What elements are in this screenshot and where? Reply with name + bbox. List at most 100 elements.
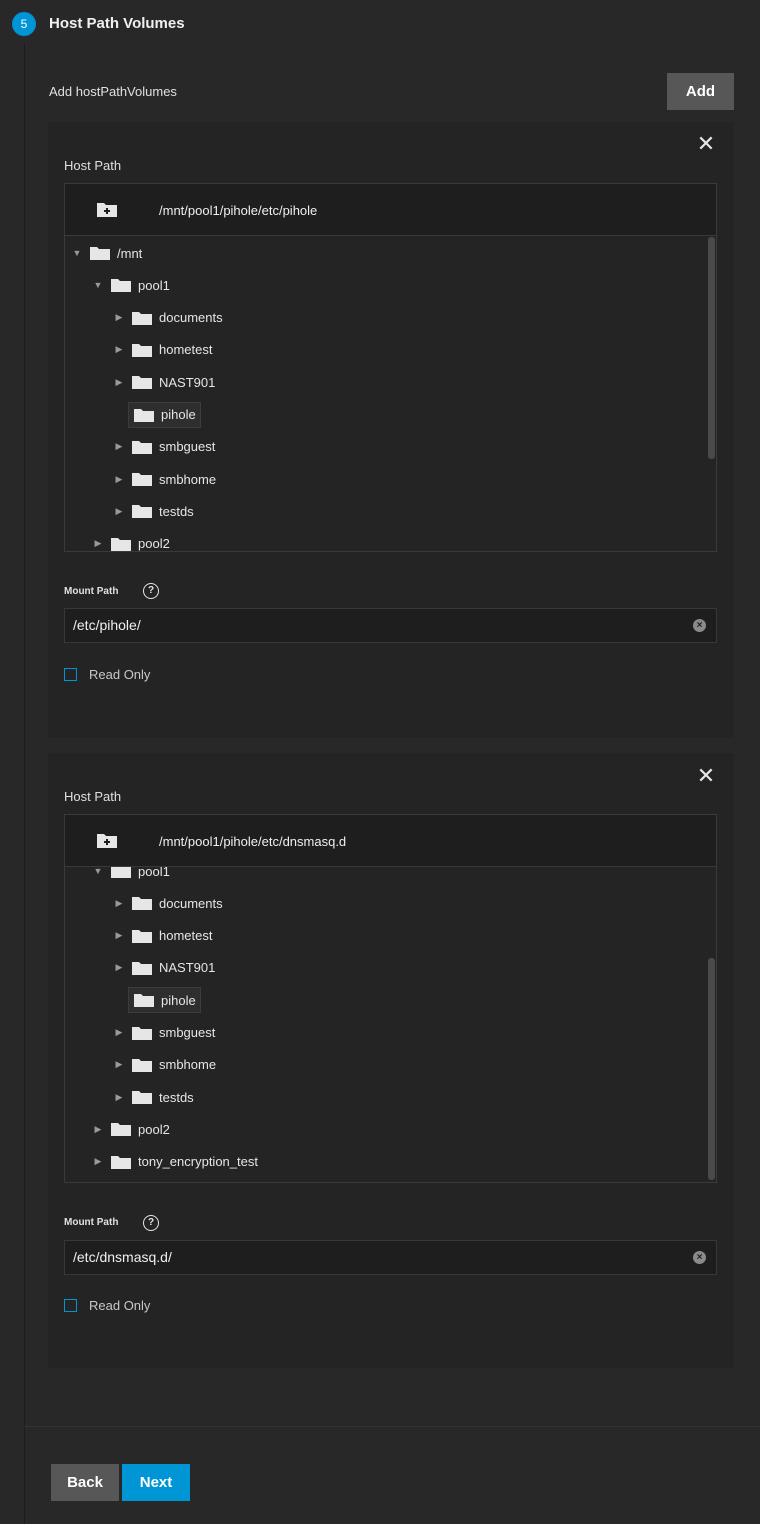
folder-icon (132, 897, 152, 911)
caret-down-icon[interactable]: ▼ (92, 867, 104, 876)
tree-scrollbar[interactable] (708, 958, 715, 1180)
folder-tree-node-label: testds (159, 1089, 194, 1105)
folder-icon (132, 929, 152, 943)
stepper-rail (24, 44, 25, 1524)
caret-down-icon[interactable]: ▼ (92, 280, 104, 290)
folder-tree-node[interactable]: ▶ smbguest (113, 435, 216, 459)
folder-tree-node[interactable]: ▶ documents (113, 306, 223, 330)
folder-tree-node-label: hometest (159, 928, 213, 944)
folder-tree-node[interactable]: ▼ pool1 (92, 273, 170, 297)
folder-tree-node-label: smbguest (159, 439, 216, 455)
explorer-header: /mnt/pool1/pihole/etc/pihole (65, 184, 716, 236)
folder-icon (132, 961, 152, 975)
folder-icon (132, 1091, 152, 1105)
folder-tree-node[interactable]: ▶ NAST901 (113, 370, 216, 394)
host-path-volumes-list-label: Add hostPathVolumes (49, 84, 177, 99)
folder-icon (132, 1058, 152, 1072)
folder-tree-node[interactable]: ▶ pool2 (92, 1117, 170, 1141)
folder-tree-node-label: NAST901 (159, 374, 216, 390)
folder-tree-node[interactable]: ▶ hometest (113, 924, 213, 948)
volume-card: ✕ Host Path /mnt/pool1/pihole/etc/pihole… (48, 122, 734, 738)
selected-path-text: /mnt/pool1/pihole/etc/pihole (159, 203, 318, 218)
folder-tree-node-label: tony_encryption_test (138, 1154, 258, 1170)
folder-tree-node-label: testds (159, 503, 194, 519)
help-icon[interactable]: ? (143, 1215, 159, 1231)
folder-icon (132, 440, 152, 454)
caret-right-icon[interactable]: ▶ (92, 1124, 104, 1135)
mount-path-label: Mount Path (64, 586, 119, 597)
tree-scrollbar[interactable] (708, 237, 715, 459)
folder-tree-node[interactable]: ▶ pool2 (92, 532, 170, 551)
section-title: Host Path Volumes (49, 15, 185, 32)
caret-right-icon[interactable]: ▶ (113, 441, 125, 452)
folder-tree-node[interactable]: ▶ testds (113, 1085, 194, 1109)
folder-icon (134, 994, 154, 1008)
create-folder-icon[interactable] (96, 200, 118, 218)
clear-input-icon[interactable]: × (693, 619, 706, 632)
caret-right-icon[interactable]: ▶ (113, 962, 125, 973)
read-only-label: Read Only (89, 667, 151, 682)
folder-icon (134, 408, 154, 422)
folder-icon (132, 473, 152, 487)
folder-tree-node[interactable]: ▶ testds (113, 499, 194, 523)
folder-tree-node[interactable]: pihole (128, 987, 201, 1014)
folder-tree-node[interactable]: pihole (128, 401, 201, 428)
mount-path-label: Mount Path (64, 1217, 119, 1228)
folder-tree-node[interactable]: ▶ hometest (113, 338, 213, 362)
clear-input-icon[interactable]: × (693, 1251, 706, 1264)
create-folder-icon[interactable] (96, 831, 118, 849)
remove-volume-close-icon[interactable]: ✕ (696, 133, 716, 155)
folder-tree-node-label: pool2 (138, 536, 170, 551)
read-only-checkbox[interactable] (64, 668, 77, 681)
caret-right-icon[interactable]: ▶ (113, 930, 125, 941)
folder-icon (132, 343, 152, 357)
remove-volume-close-icon[interactable]: ✕ (696, 765, 716, 787)
folder-tree-node-label: pihole (161, 407, 196, 422)
folder-tree-node[interactable]: ▶ tony_encryption_test (92, 1150, 258, 1174)
folder-tree-node-label: documents (159, 310, 223, 326)
caret-right-icon[interactable]: ▶ (113, 1059, 125, 1070)
folder-tree-node-label: smbhome (159, 471, 217, 487)
read-only-checkbox[interactable] (64, 1299, 77, 1312)
mount-path-input[interactable]: /etc/pihole/ (64, 608, 717, 643)
host-path-label: Host Path (64, 789, 122, 804)
folder-tree-node[interactable]: ▼ /mnt (71, 241, 143, 265)
volume-card: ✕ Host Path /mnt/pool1/pihole/etc/dnsmas… (48, 753, 734, 1368)
folder-tree-node-label: hometest (159, 342, 213, 358)
folder-tree-node[interactable]: ▶ smbguest (113, 1021, 216, 1045)
folder-icon (111, 1155, 131, 1169)
add-volume-button[interactable]: Add (667, 73, 734, 110)
mount-path-input[interactable]: /etc/dnsmasq.d/ (64, 1240, 717, 1275)
folder-icon (111, 1123, 131, 1137)
folder-tree-node[interactable]: ▼ pool1 (92, 867, 170, 883)
folder-tree-node[interactable]: ▶ NAST901 (113, 956, 216, 980)
caret-down-icon[interactable]: ▼ (71, 248, 83, 258)
folder-tree-node-label: documents (159, 895, 223, 911)
folder-icon (132, 1026, 152, 1040)
caret-right-icon[interactable]: ▶ (92, 538, 104, 549)
back-button[interactable]: Back (51, 1464, 119, 1501)
folder-tree-node[interactable]: ▶ smbhome (113, 1053, 217, 1077)
folder-icon (111, 537, 131, 551)
folder-tree-node[interactable]: ▶ documents (113, 891, 223, 915)
step-number-badge: 5 (12, 12, 36, 36)
caret-right-icon[interactable]: ▶ (113, 312, 125, 323)
folder-icon (132, 376, 152, 390)
folder-icon (111, 279, 131, 293)
host-path-label: Host Path (64, 158, 122, 173)
caret-right-icon[interactable]: ▶ (113, 344, 125, 355)
caret-right-icon[interactable]: ▶ (113, 1092, 125, 1103)
folder-tree-node-label: pihole (161, 992, 196, 1008)
caret-right-icon[interactable]: ▶ (113, 898, 125, 909)
folder-tree-node[interactable]: ▶ smbhome (113, 467, 217, 491)
caret-right-icon[interactable]: ▶ (113, 474, 125, 485)
next-button[interactable]: Next (122, 1464, 190, 1501)
folder-tree-node-label: pool2 (138, 1121, 170, 1137)
caret-right-icon[interactable]: ▶ (113, 506, 125, 517)
caret-right-icon[interactable]: ▶ (113, 1027, 125, 1038)
folder-tree-node-label: pool1 (138, 867, 170, 879)
caret-right-icon[interactable]: ▶ (113, 377, 125, 388)
help-icon[interactable]: ? (143, 583, 159, 599)
caret-right-icon[interactable]: ▶ (92, 1156, 104, 1167)
folder-icon (132, 505, 152, 519)
